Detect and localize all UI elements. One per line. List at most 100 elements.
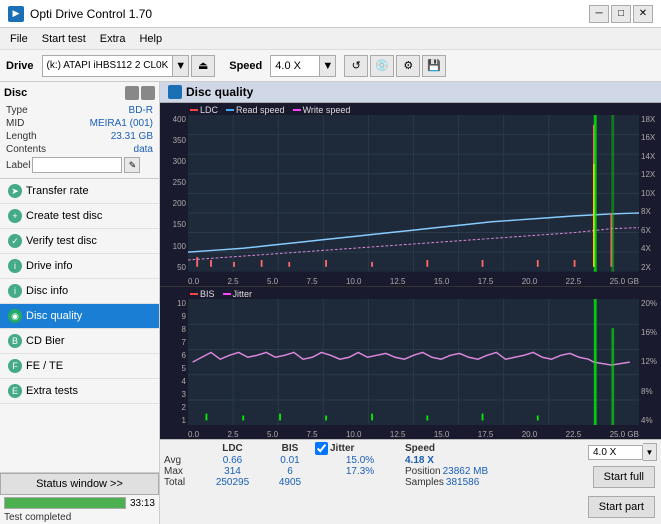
total-label: Total [164, 477, 200, 488]
stats-table: LDC BIS Jitter Speed Avg 0.66 0.01 15.0%… [160, 440, 541, 524]
avg-jitter: 15.0% [315, 455, 405, 466]
jitter-checkbox[interactable] [315, 442, 328, 455]
app-icon: ▶ [8, 6, 24, 22]
ldc-col-header: LDC [200, 443, 265, 454]
save-button[interactable]: 💾 [422, 55, 446, 77]
progress-bar-fill [5, 498, 125, 508]
maximize-button[interactable]: □ [611, 5, 631, 23]
chart2-x-axis: 0.0 2.5 5.0 7.5 10.0 12.5 15.0 17.5 20.0… [188, 430, 639, 439]
quality-header-icon [168, 85, 182, 99]
fe-te-icon: F [8, 359, 22, 373]
drive-select[interactable]: (k:) ATAPI iHBS112 2 CL0K [42, 55, 174, 77]
chart1-y-axis-right: 18X 16X 14X 12X 10X 8X 6X 4X 2X [639, 115, 661, 272]
title-bar-left: ▶ Opti Drive Control 1.70 [8, 6, 152, 22]
menu-help[interactable]: Help [133, 31, 168, 47]
drive-label: Drive [6, 60, 34, 72]
disc-info-icon: i [8, 284, 22, 298]
nav-cd-bier[interactable]: B CD Bier [0, 329, 159, 354]
close-button[interactable]: ✕ [633, 5, 653, 23]
legend-ldc: LDC [190, 105, 218, 115]
jitter-checkbox-group: Jitter [315, 442, 405, 455]
eject-button[interactable]: ⏏ [191, 55, 215, 77]
settings-button[interactable]: ⚙ [396, 55, 420, 77]
chart1-svg [188, 115, 639, 272]
menu-extra[interactable]: Extra [94, 31, 132, 47]
stats-header-row: LDC BIS Jitter Speed [164, 442, 537, 455]
max-ldc: 314 [200, 466, 265, 477]
menu-bar: File Start test Extra Help [0, 28, 661, 50]
menu-file[interactable]: File [4, 31, 34, 47]
title-bar-controls: ─ □ ✕ [589, 5, 653, 23]
disc-icon2[interactable] [141, 86, 155, 100]
disc-label-input[interactable] [32, 157, 122, 173]
bottom-stats-controls: LDC BIS Jitter Speed Avg 0.66 0.01 15.0%… [160, 439, 661, 524]
status-window-button[interactable]: Status window >> [0, 473, 159, 495]
refresh-button[interactable]: ↺ [344, 55, 368, 77]
disc-icon1[interactable] [125, 86, 139, 100]
start-part-button[interactable]: Start part [588, 496, 655, 518]
legend-write-speed: Write speed [293, 105, 351, 115]
start-full-button[interactable]: Start full [593, 466, 655, 488]
stats-avg-row: Avg 0.66 0.01 15.0% 4.18 X [164, 455, 537, 466]
content-area: Disc quality LDC Read speed [160, 82, 661, 524]
nav-transfer-rate[interactable]: ➤ Transfer rate [0, 179, 159, 204]
total-ldc: 250295 [200, 477, 265, 488]
nav-disc-quality[interactable]: ◉ Disc quality [0, 304, 159, 329]
avg-speed: 4.18 X [405, 455, 465, 466]
disc-button[interactable]: 💿 [370, 55, 394, 77]
speed-selector-arrow[interactable]: ▼ [643, 443, 657, 461]
menu-start-test[interactable]: Start test [36, 31, 92, 47]
max-label: Max [164, 466, 200, 477]
toolbar-icons: ↺ 💿 ⚙ 💾 [344, 55, 446, 77]
disc-icons [125, 86, 155, 100]
quality-panel-header: Disc quality [160, 82, 661, 103]
nav-fe-te[interactable]: F FE / TE [0, 354, 159, 379]
samples-group: Samples 381586 [405, 477, 479, 488]
title-bar: ▶ Opti Drive Control 1.70 ─ □ ✕ [0, 0, 661, 28]
nav-verify-test[interactable]: ✓ Verify test disc [0, 229, 159, 254]
speed-selector-group: 4.0 X ▼ [588, 443, 657, 461]
position-label: Position [405, 466, 441, 477]
avg-bis: 0.01 [265, 455, 315, 466]
jitter-col-header: Jitter [330, 443, 354, 454]
create-test-icon: + [8, 209, 22, 223]
speed-select[interactable]: 4.0 X [270, 55, 320, 77]
stats-max-row: Max 314 6 17.3% Position 23862 MB [164, 466, 537, 477]
status-area: Status window >> 33:13 Test completed [0, 472, 159, 524]
nav-disc-info[interactable]: i Disc info [0, 279, 159, 304]
nav-create-test[interactable]: + Create test disc [0, 204, 159, 229]
legend-read-speed: Read speed [226, 105, 285, 115]
chart1-container: LDC Read speed Write speed [160, 103, 661, 287]
main-layout: Disc Type BD-R MID MEIRA1 (001) Length 2… [0, 82, 661, 524]
position-value: 23862 MB [443, 466, 489, 477]
disc-label-row: Label ✎ [4, 156, 155, 174]
drive-select-arrow[interactable]: ▼ [173, 55, 189, 77]
disc-mid-row: MID MEIRA1 (001) [4, 117, 155, 130]
speed-select-arrow[interactable]: ▼ [320, 55, 336, 77]
write-speed-legend-dot [293, 109, 301, 111]
extra-tests-icon: E [8, 384, 22, 398]
transfer-rate-icon: ➤ [8, 184, 22, 198]
avg-label: Avg [164, 455, 200, 466]
position-group: Position 23862 MB [405, 466, 488, 477]
cd-bier-icon: B [8, 334, 22, 348]
speed-label: Speed [229, 60, 262, 72]
max-bis: 6 [265, 466, 315, 477]
read-speed-legend-dot [226, 109, 234, 111]
bis-col-header: BIS [265, 443, 315, 454]
chart1-y-axis-left: 400 350 300 250 200 150 100 50 [160, 115, 188, 272]
nav-drive-info[interactable]: i Drive info [0, 254, 159, 279]
bis-legend-dot [190, 293, 198, 295]
ldc-legend-dot [190, 109, 198, 111]
nav-extra-tests[interactable]: E Extra tests [0, 379, 159, 404]
label-edit-button[interactable]: ✎ [124, 157, 140, 173]
speed-selector[interactable]: 4.0 X [588, 445, 643, 460]
right-controls: 4.0 X ▼ Start full Start part [541, 440, 661, 524]
quality-header-title: Disc quality [186, 85, 253, 99]
max-jitter: 17.3% [315, 466, 405, 477]
minimize-button[interactable]: ─ [589, 5, 609, 23]
progress-row: 33:13 [0, 495, 159, 511]
legend-jitter: Jitter [223, 289, 253, 299]
legend-bis: BIS [190, 289, 215, 299]
chart2-legend: BIS Jitter [190, 289, 252, 299]
